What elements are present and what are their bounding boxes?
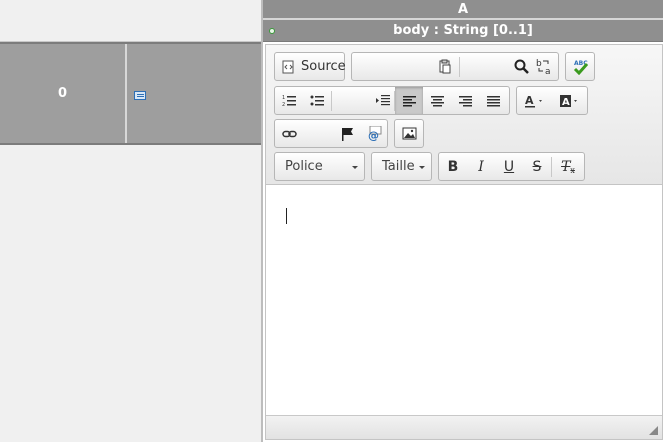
align-right-icon — [458, 95, 472, 106]
text-color-button[interactable]: A — [517, 87, 553, 114]
align-center-icon — [430, 95, 444, 106]
editor-content[interactable] — [266, 186, 662, 414]
justify-icon — [486, 95, 500, 106]
svg-text:@: @ — [368, 129, 379, 141]
resize-icon[interactable] — [649, 426, 658, 435]
justify-button[interactable] — [479, 87, 507, 114]
align-left-icon — [402, 95, 416, 106]
svg-text:b: b — [536, 59, 542, 69]
find-icon — [514, 59, 530, 74]
text-caret — [286, 208, 287, 224]
rich-text-editor: Source ba ABC 1 2 A A @ Police Taille B … — [265, 44, 663, 440]
strike-button[interactable]: S — [523, 153, 551, 180]
svg-text:a: a — [545, 67, 551, 75]
spellcheck-icon: ABC — [573, 60, 588, 75]
expand-icon[interactable] — [269, 28, 275, 34]
background-color-button[interactable]: A — [553, 87, 587, 114]
image-group — [394, 119, 424, 148]
bullet-list-button[interactable] — [303, 87, 331, 114]
source-group: Source — [274, 52, 346, 81]
source-label: Source — [301, 59, 346, 74]
link-button[interactable] — [275, 120, 303, 147]
clipboard-group: ba — [351, 52, 559, 81]
page: 0 A body : String [0..1] Source b a ABC … — [0, 0, 663, 442]
email-button[interactable]: @ — [361, 120, 387, 147]
italic-button[interactable]: I — [467, 153, 495, 180]
row-index-value: 0 — [57, 86, 68, 101]
text-color-icon: A — [525, 94, 542, 107]
source-button[interactable]: Source — [275, 53, 346, 80]
replace-icon: ba — [536, 59, 551, 75]
spacer-button[interactable] — [460, 53, 514, 80]
anchor-flag-icon — [341, 127, 353, 141]
row-index-cell[interactable]: 0 — [0, 44, 127, 143]
note-icon[interactable] — [134, 91, 146, 100]
svg-text:2: 2 — [282, 102, 285, 107]
find-button[interactable] — [514, 53, 531, 80]
numbered-list-icon: 12 — [282, 95, 296, 107]
numbered-list-button[interactable]: 12 — [275, 87, 303, 114]
list-align-group: 12 — [274, 86, 510, 115]
paste-icon — [439, 59, 451, 74]
paste-button[interactable] — [431, 53, 459, 80]
format-group: B I U S Tx — [438, 152, 585, 181]
grid-empty-area — [0, 145, 261, 442]
editor-toolbar: Source ba ABC 1 2 A A @ Police Taille B … — [266, 45, 662, 185]
email-icon: @ — [368, 126, 381, 141]
font-combo-label: Police — [285, 159, 323, 174]
bold-icon: B — [447, 158, 459, 175]
field-header: body : String [0..1] — [263, 20, 663, 42]
bullet-list-icon — [310, 95, 324, 106]
image-icon — [402, 127, 416, 140]
chevron-down-icon — [352, 166, 358, 169]
font-combo[interactable]: Police — [274, 152, 365, 181]
table-row[interactable]: 0 — [0, 42, 261, 145]
bold-button[interactable]: B — [439, 153, 467, 180]
strike-icon: S — [532, 158, 542, 175]
remove-format-icon: T — [561, 158, 571, 175]
align-center-button[interactable] — [423, 87, 451, 114]
underline-icon: U — [503, 158, 515, 175]
source-icon — [282, 60, 294, 73]
align-right-button[interactable] — [451, 87, 479, 114]
indent-icon — [376, 95, 390, 106]
field-header-label: body : String [0..1] — [393, 23, 533, 38]
image-button[interactable] — [395, 120, 423, 147]
outdent-button[interactable] — [332, 87, 372, 114]
color-group: A A — [516, 86, 588, 115]
cut-button-placeholder[interactable] — [352, 53, 431, 80]
chevron-down-icon — [419, 166, 425, 169]
column-header[interactable]: A — [263, 0, 663, 20]
remove-format-button[interactable]: Tx — [552, 153, 584, 180]
row-content-cell[interactable] — [129, 44, 261, 143]
align-left-button[interactable] — [395, 87, 423, 114]
grid-header-spacer — [0, 0, 261, 42]
svg-text:A: A — [525, 94, 534, 107]
anchor-button[interactable] — [333, 120, 361, 147]
editor-panel: A body : String [0..1] Source b a ABC 1 … — [261, 0, 663, 442]
editor-statusbar — [266, 415, 662, 439]
underline-button[interactable]: U — [495, 153, 523, 180]
spellcheck-group: ABC — [565, 52, 595, 81]
italic-icon: I — [478, 158, 484, 175]
spellcheck-button[interactable]: ABC — [566, 53, 594, 80]
unlink-button[interactable] — [303, 120, 333, 147]
link-icon — [281, 130, 297, 137]
svg-text:A: A — [562, 97, 570, 108]
size-combo[interactable]: Taille — [371, 152, 432, 181]
link-group: @ — [274, 119, 388, 148]
background-color-icon: A — [560, 94, 577, 108]
replace-button[interactable]: ba — [530, 53, 558, 80]
size-combo-label: Taille — [382, 159, 415, 174]
indent-button[interactable] — [372, 87, 394, 114]
column-header-label: A — [457, 1, 469, 17]
svg-text:1: 1 — [282, 95, 285, 101]
